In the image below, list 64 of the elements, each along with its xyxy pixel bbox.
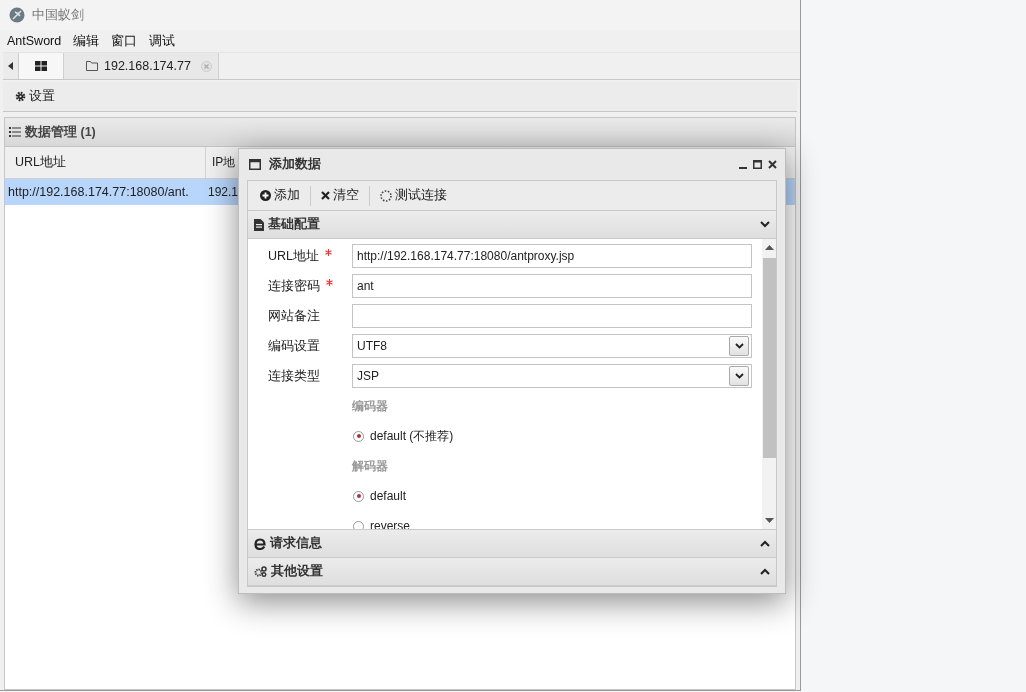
field-label: 编码设置 [268,337,320,355]
scroll-left-button[interactable] [3,53,19,79]
up-arrow-icon [764,245,774,250]
scroll-thumb[interactable] [762,258,776,458]
chevron-up-icon [760,540,770,547]
group-title: 解码器 [352,457,389,475]
test-button[interactable]: 测试连接 [374,185,453,206]
dropdown[interactable]: JSP [352,364,752,388]
gear-icon [15,91,26,102]
menu-item[interactable]: AntSword [7,34,62,48]
gears-icon [254,566,267,577]
radio-button[interactable] [353,430,364,442]
maximize-icon [753,160,762,169]
document-icon [254,218,264,231]
spinner-icon [380,189,392,202]
settings-button[interactable]: 设置 [11,86,59,107]
close-button[interactable] [766,158,779,171]
table-cell-text: 192.1 [207,184,238,201]
add-button[interactable]: 添加 [254,185,306,206]
group-title: 编码器 [352,397,389,415]
field-label: 连接类型 [268,367,320,385]
menu-item[interactable]: 调试 [149,32,176,50]
input-field[interactable]: ant [352,274,752,298]
left-arrow-icon [8,62,13,70]
column-header[interactable]: URL地址 [5,147,206,178]
logo-icon [9,7,25,23]
field-label: URL地址 [268,247,319,265]
radio-option[interactable]: default [353,481,762,511]
window-title: 中国蚁剑 [32,6,84,24]
dialog-title: 添加数据 [269,156,322,173]
chevron-up-icon [760,568,770,575]
menu-item[interactable]: 编辑 [73,32,100,50]
down-arrow-icon [764,518,774,523]
section-header[interactable]: 其他设置 [248,558,776,586]
input-field[interactable] [352,304,752,328]
section-header[interactable]: 基础配置 [248,211,776,239]
tab[interactable]: 192.168.174.77 [64,53,219,79]
radio-option[interactable]: default (不推荐) [353,421,762,451]
window-icon [249,159,261,170]
x-icon [321,191,330,200]
plus-circle-icon [260,190,271,201]
e-letter-icon [254,537,266,550]
chevron-down-icon [734,373,744,379]
field-label: 网站备注 [268,307,320,325]
input-field[interactable]: http://192.168.174.77:18080/antproxy.jsp [352,244,752,268]
chevron-down-icon [760,221,770,228]
grid-icon [35,61,47,71]
column-header[interactable]: IP地 [206,147,238,178]
field-label: 连接密码 [268,277,320,295]
chevron-down-icon [734,343,744,349]
close-icon [201,60,212,72]
table-cell-text: http://192.168.174.77:18080/ant. [7,184,190,201]
clear-button[interactable]: 清空 [315,185,365,206]
scrollbar[interactable] [762,239,776,529]
maximize-button[interactable] [751,158,764,171]
close-icon [768,160,777,169]
folder-icon [86,61,98,71]
radio-button[interactable] [353,490,364,502]
tab[interactable] [19,53,64,79]
list-icon [9,127,21,137]
section-header[interactable]: 请求信息 [248,530,776,558]
dropdown[interactable]: UTF8 [352,334,752,358]
panel-title: 数据管理 (1) [25,123,96,141]
menu-item[interactable]: 窗口 [111,32,138,50]
